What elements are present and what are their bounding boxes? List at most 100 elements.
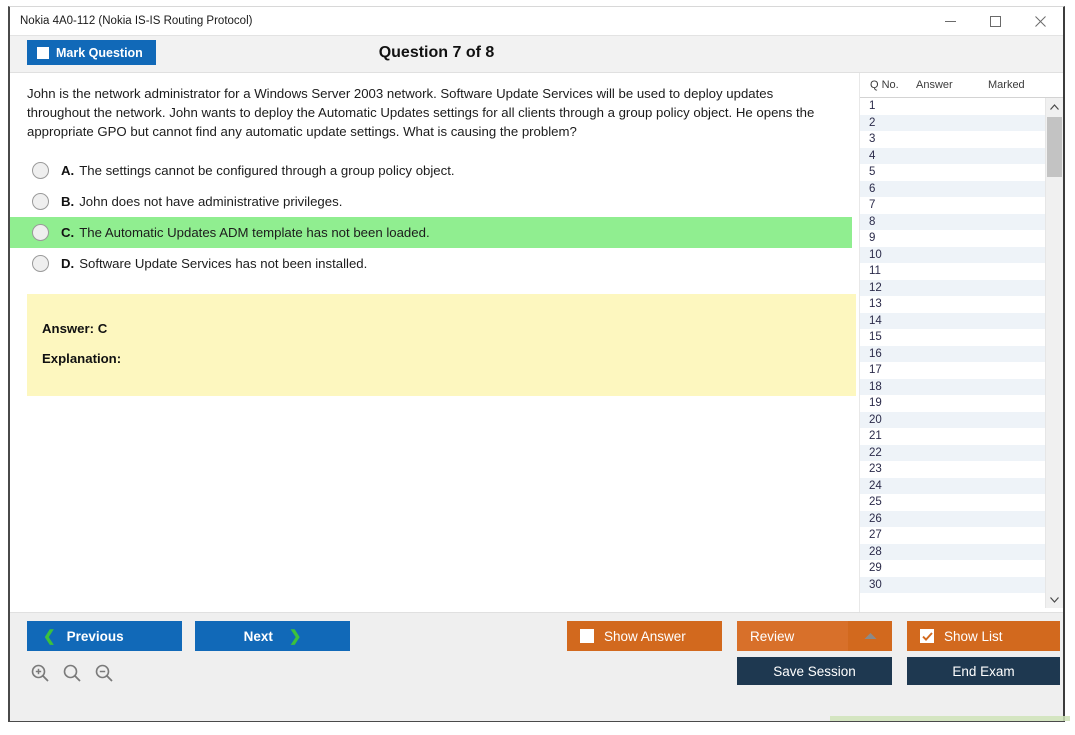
column-header-qno: Q No. <box>870 79 899 91</box>
chevron-up-icon[interactable] <box>848 632 892 640</box>
scroll-up-arrow-icon[interactable] <box>1046 98 1063 115</box>
answer-option-b[interactable]: B. John does not have administrative priv… <box>10 186 852 217</box>
table-row[interactable]: 22 <box>860 444 1045 461</box>
cell-qno: 5 <box>869 166 876 179</box>
review-dropdown[interactable]: Review <box>737 621 892 651</box>
table-row[interactable]: 6 <box>860 180 1045 197</box>
radio-button-icon[interactable] <box>32 224 49 241</box>
answer-option-d[interactable]: D. Software Update Services has not been … <box>10 248 852 279</box>
cell-qno: 16 <box>869 347 882 360</box>
bottom-toolbar: ❮ Previous Next ❯ Show Answer Review Sho… <box>10 612 1070 721</box>
cell-qno: 17 <box>869 364 882 377</box>
cell-qno: 13 <box>869 298 882 311</box>
table-row[interactable]: 23 <box>860 461 1045 478</box>
option-text: Software Update Services has not been in… <box>79 256 368 271</box>
cell-qno: 9 <box>869 232 876 245</box>
cell-qno: 28 <box>869 545 882 558</box>
cell-qno: 1 <box>869 100 876 113</box>
table-row[interactable]: 8 <box>860 213 1045 230</box>
end-exam-button[interactable]: End Exam <box>907 657 1060 685</box>
table-row[interactable]: 1 <box>860 98 1045 115</box>
table-row[interactable]: 26 <box>860 510 1045 527</box>
radio-button-icon[interactable] <box>32 193 49 210</box>
show-list-button[interactable]: Show List <box>907 621 1060 651</box>
zoom-in-icon[interactable] <box>30 663 50 688</box>
table-row[interactable]: 18 <box>860 378 1045 395</box>
table-row[interactable]: 12 <box>860 279 1045 296</box>
answer-value: Answer: C <box>42 321 108 336</box>
table-row[interactable]: 13 <box>860 296 1045 313</box>
table-row[interactable]: 5 <box>860 164 1045 181</box>
radio-button-icon[interactable] <box>32 162 49 179</box>
cell-qno: 27 <box>869 529 882 542</box>
review-label: Review <box>737 621 848 651</box>
previous-label: Previous <box>66 628 124 644</box>
save-session-label: Save Session <box>773 663 856 679</box>
show-answer-button[interactable]: Show Answer <box>567 621 722 651</box>
table-row[interactable]: 14 <box>860 312 1045 329</box>
scrollbar-thumb[interactable] <box>1047 117 1062 177</box>
explanation-label: Explanation: <box>42 351 122 366</box>
table-row[interactable]: 16 <box>860 345 1045 362</box>
table-row[interactable]: 2 <box>860 114 1045 131</box>
cell-qno: 3 <box>869 133 876 146</box>
table-row[interactable]: 27 <box>860 527 1045 544</box>
cell-qno: 8 <box>869 215 876 228</box>
show-list-checkbox-icon[interactable] <box>920 629 934 643</box>
table-row[interactable]: 9 <box>860 230 1045 247</box>
zoom-out-icon[interactable] <box>94 663 114 688</box>
zoom-reset-icon[interactable] <box>62 663 82 688</box>
table-row[interactable]: 19 <box>860 395 1045 412</box>
cell-qno: 20 <box>869 413 882 426</box>
question-list-rows: 1 2 3 4 5 6 7 8 9 10 11 12 13 14 15 16 17 18 19 20 21 22 23 24 2… <box>860 98 1045 608</box>
table-row[interactable]: 21 <box>860 428 1045 445</box>
show-answer-checkbox-icon[interactable] <box>580 629 594 643</box>
page-title: Question 7 of 8 <box>378 44 495 61</box>
table-row[interactable]: 24 <box>860 477 1045 494</box>
option-letter: A. <box>61 163 75 178</box>
table-row[interactable]: 30 <box>860 576 1045 593</box>
table-row[interactable]: 10 <box>860 246 1045 263</box>
table-row[interactable]: 25 <box>860 494 1045 511</box>
table-row[interactable]: 17 <box>860 362 1045 379</box>
title-bar: Nokia 4A0-112 (Nokia IS-IS Routing Proto… <box>10 7 1063 35</box>
previous-button[interactable]: ❮ Previous <box>27 621 182 651</box>
question-list-scroll-area: 1 2 3 4 5 6 7 8 9 10 11 12 13 14 15 16 17 18 19 20 21 22 23 24 2… <box>860 98 1063 608</box>
end-exam-label: End Exam <box>952 663 1015 679</box>
table-row[interactable]: 11 <box>860 263 1045 280</box>
exam-window: Nokia 4A0-112 (Nokia IS-IS Routing Proto… <box>8 6 1070 722</box>
table-row[interactable]: 15 <box>860 329 1045 346</box>
question-list-scrollbar[interactable] <box>1045 98 1063 608</box>
option-text: John does not have administrative privil… <box>79 194 343 209</box>
cell-qno: 14 <box>869 314 882 327</box>
option-letter: D. <box>61 256 75 271</box>
answer-options: A. The settings cannot be configured thro… <box>10 155 852 279</box>
maximize-icon[interactable] <box>973 7 1018 35</box>
table-row[interactable]: 28 <box>860 543 1045 560</box>
minimize-icon[interactable] <box>928 7 973 35</box>
cell-qno: 24 <box>869 479 882 492</box>
radio-button-icon[interactable] <box>32 255 49 272</box>
table-row[interactable]: 7 <box>860 197 1045 214</box>
table-row[interactable]: 29 <box>860 560 1045 577</box>
cell-qno: 10 <box>869 248 882 261</box>
next-button[interactable]: Next ❯ <box>195 621 350 651</box>
option-letter: C. <box>61 225 75 240</box>
answer-option-c[interactable]: C. The Automatic Updates ADM template has… <box>10 217 852 248</box>
option-letter: B. <box>61 194 75 209</box>
cell-qno: 26 <box>869 512 882 525</box>
cell-qno: 21 <box>869 430 882 443</box>
scroll-down-arrow-icon[interactable] <box>1046 591 1063 608</box>
table-row[interactable]: 20 <box>860 411 1045 428</box>
show-list-label: Show List <box>944 628 1003 644</box>
save-session-button[interactable]: Save Session <box>737 657 892 685</box>
table-row[interactable]: 3 <box>860 131 1045 148</box>
close-icon[interactable] <box>1018 7 1063 35</box>
cell-qno: 30 <box>869 578 882 591</box>
answer-option-a[interactable]: A. The settings cannot be configured thro… <box>10 155 852 186</box>
cell-qno: 12 <box>869 281 882 294</box>
next-label: Next <box>243 628 273 644</box>
cell-qno: 7 <box>869 199 876 212</box>
cell-qno: 25 <box>869 496 882 509</box>
table-row[interactable]: 4 <box>860 147 1045 164</box>
